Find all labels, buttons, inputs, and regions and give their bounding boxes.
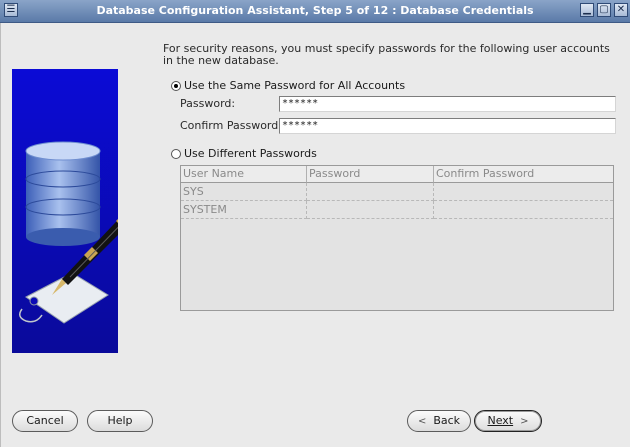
password-label: Password: — [180, 97, 236, 110]
same-password-radio[interactable]: Use the Same Password for All Accounts — [171, 79, 405, 92]
title-bar: ☰ Database Configuration Assistant, Step… — [0, 0, 630, 23]
confirm-password-label: Confirm Password: — [180, 119, 282, 132]
cell-password[interactable] — [307, 183, 434, 201]
minimize-icon[interactable]: ▁ — [580, 3, 594, 17]
cancel-button[interactable]: Cancel — [12, 410, 78, 432]
password-field[interactable]: ****** — [279, 96, 616, 112]
same-password-label: Use the Same Password for All Accounts — [184, 79, 406, 92]
different-passwords-label: Use Different Passwords — [184, 147, 317, 160]
maximize-icon[interactable]: ▢ — [597, 3, 611, 17]
next-button-label: Next — [487, 414, 514, 427]
next-button[interactable]: Next > — [474, 410, 542, 432]
column-header-confirm-password[interactable]: Confirm Password — [434, 166, 613, 183]
confirm-password-field[interactable]: ****** — [279, 118, 616, 134]
back-button-label: Back — [433, 414, 461, 427]
database-cylinder-icon — [25, 141, 101, 246]
column-header-password[interactable]: Password — [307, 166, 434, 183]
cell-password[interactable] — [307, 201, 434, 219]
window-title: Database Configuration Assistant, Step 5… — [96, 4, 534, 17]
cell-confirm-password[interactable] — [434, 183, 613, 201]
intro-text: For security reasons, you must specify p… — [163, 42, 610, 67]
back-button[interactable]: < Back — [407, 410, 471, 432]
different-passwords-radio[interactable]: Use Different Passwords — [171, 147, 317, 160]
user-password-table: User Name Password Confirm Password SYS … — [180, 165, 614, 311]
help-button[interactable]: Help — [87, 410, 153, 432]
close-icon[interactable]: ✕ — [614, 3, 628, 17]
column-header-user-name[interactable]: User Name — [181, 166, 307, 183]
radio-selected-icon[interactable] — [171, 80, 181, 91]
cell-user-name: SYS — [181, 183, 307, 201]
chevron-right-icon: > — [520, 416, 529, 427]
cell-confirm-password[interactable] — [434, 201, 613, 219]
cell-user-name: SYSTEM — [181, 201, 307, 219]
radio-unselected-icon[interactable] — [171, 148, 181, 159]
database-pen-illustration-icon — [12, 69, 118, 353]
chevron-left-icon: < — [417, 416, 427, 427]
